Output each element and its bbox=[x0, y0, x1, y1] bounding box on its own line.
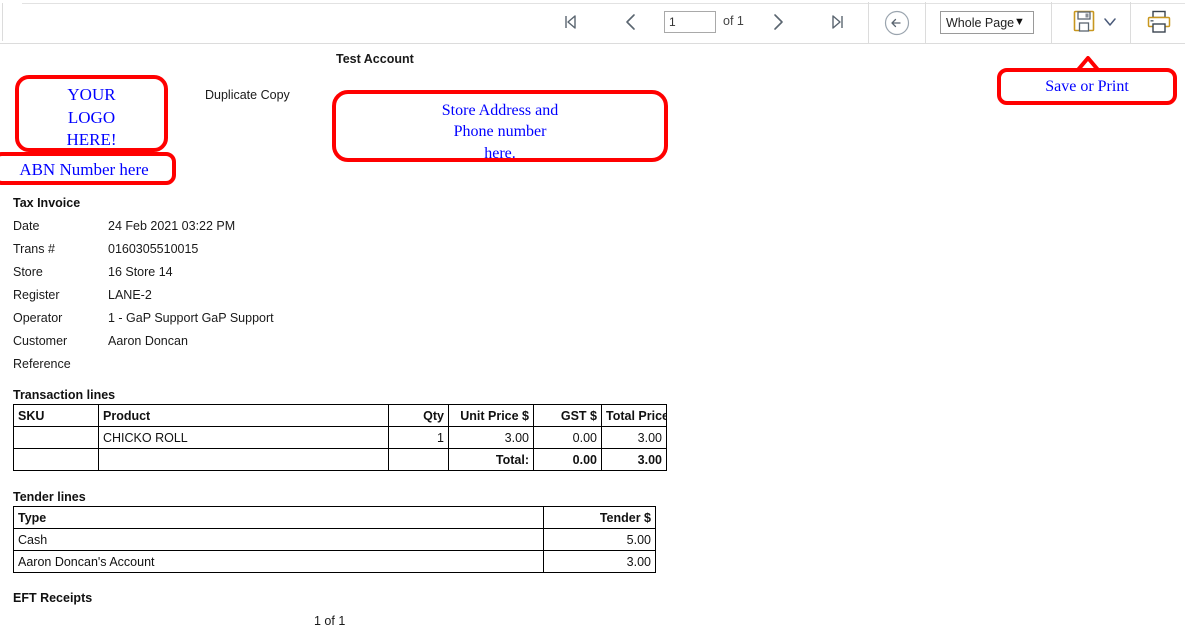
detail-value-customer: Aaron Doncan bbox=[108, 334, 188, 348]
address-callout-line-1: Store Address and bbox=[441, 102, 559, 119]
tender-lines-table: Type Tender $ Cash 5.00 Aaron Doncan's A… bbox=[13, 506, 656, 573]
logo-callout-line-3: HERE! bbox=[66, 130, 117, 150]
col-total-price: Total Price $ bbox=[601, 404, 667, 427]
logo-callout-line-2: LOGO bbox=[67, 107, 116, 127]
detail-value-date: 24 Feb 2021 03:22 PM bbox=[108, 219, 236, 233]
logo-placeholder-callout: YOUR LOGO HERE! bbox=[15, 75, 168, 152]
first-page-button[interactable] bbox=[554, 6, 586, 38]
save-or-print-callout-pointer bbox=[1075, 56, 1101, 73]
eft-receipts-heading: EFT Receipts bbox=[13, 591, 93, 605]
toolbar-divider-3 bbox=[1051, 2, 1052, 43]
save-or-print-callout: Save or Print bbox=[997, 68, 1177, 105]
total-amount: 3.00 bbox=[601, 448, 667, 471]
page-number-input[interactable] bbox=[664, 11, 716, 33]
total-label: Total: bbox=[448, 448, 534, 471]
back-button[interactable] bbox=[883, 9, 911, 37]
cell-total-price: 3.00 bbox=[601, 426, 667, 449]
next-page-button[interactable] bbox=[762, 6, 794, 38]
last-page-button[interactable] bbox=[822, 6, 854, 38]
printer-icon bbox=[1146, 10, 1172, 39]
table-total-row: Total: 0.00 3.00 bbox=[13, 448, 667, 471]
next-page-icon bbox=[768, 12, 788, 32]
detail-value-trans: 0160305510015 bbox=[108, 242, 199, 256]
previous-page-icon bbox=[621, 12, 641, 32]
detail-label-date: Date bbox=[13, 219, 40, 233]
page-footer-count: 1 of 1 bbox=[314, 614, 346, 628]
store-address-placeholder-callout: Store Address and Phone number here. bbox=[332, 90, 668, 162]
detail-label-operator: Operator bbox=[13, 311, 63, 325]
table-row: CHICKO ROLL 1 3.00 0.00 3.00 bbox=[13, 426, 667, 449]
detail-value-store: 16 Store 14 bbox=[108, 265, 173, 279]
transaction-lines-table: SKU Product Qty Unit Price $ GST $ Total… bbox=[13, 404, 667, 471]
floppy-disk-save-icon bbox=[1072, 10, 1096, 37]
abn-placeholder-callout: ABN Number here bbox=[0, 152, 176, 185]
report-viewer-toolbar: of 1 Whole Page ▼ bbox=[0, 0, 1185, 44]
address-callout-line-3: here. bbox=[484, 144, 516, 162]
cell-sku bbox=[13, 426, 99, 449]
total-spacer-1 bbox=[13, 448, 99, 471]
detail-value-operator: 1 - GaP Support GaP Support bbox=[108, 311, 274, 325]
page-count-label: of 1 bbox=[723, 14, 744, 28]
account-title: Test Account bbox=[336, 52, 414, 66]
detail-label-trans: Trans # bbox=[13, 242, 55, 256]
detail-value-register: LANE-2 bbox=[108, 288, 152, 302]
col-gst: GST $ bbox=[533, 404, 602, 427]
col-qty: Qty bbox=[388, 404, 449, 427]
chevron-down-icon bbox=[1102, 16, 1118, 33]
tender-lines-heading: Tender lines bbox=[13, 490, 86, 504]
report-document-page: Test Account Duplicate Copy YOUR LOGO HE… bbox=[0, 44, 1185, 642]
toolbar-divider-1 bbox=[868, 2, 869, 43]
detail-label-register: Register bbox=[13, 288, 60, 302]
table-header-row: SKU Product Qty Unit Price $ GST $ Total… bbox=[13, 404, 667, 427]
cell-tender-type: Cash bbox=[13, 528, 544, 551]
cell-tender-amount: 3.00 bbox=[543, 550, 656, 573]
col-tender: Tender $ bbox=[543, 506, 656, 529]
first-page-icon bbox=[560, 12, 580, 32]
zoom-level-select[interactable]: Whole Page bbox=[940, 11, 1034, 34]
toolbar-divider-2 bbox=[925, 2, 926, 43]
transaction-lines-heading: Transaction lines bbox=[13, 388, 116, 402]
cell-gst: 0.00 bbox=[533, 426, 602, 449]
back-circle-arrow-icon bbox=[883, 10, 911, 41]
col-type: Type bbox=[13, 506, 544, 529]
save-dropdown-button[interactable] bbox=[1102, 15, 1118, 29]
cell-unit-price: 3.00 bbox=[448, 426, 534, 449]
cell-tender-type: Aaron Doncan's Account bbox=[13, 550, 544, 573]
toolbar-divider-4 bbox=[1130, 2, 1131, 43]
cell-qty: 1 bbox=[388, 426, 449, 449]
detail-label-customer: Customer bbox=[13, 334, 68, 348]
save-button[interactable] bbox=[1072, 9, 1096, 35]
previous-page-button[interactable] bbox=[615, 6, 647, 38]
cell-product: CHICKO ROLL bbox=[98, 426, 389, 449]
col-unit-price: Unit Price $ bbox=[448, 404, 534, 427]
address-callout-line-2: Phone number bbox=[453, 123, 547, 141]
col-product: Product bbox=[98, 404, 389, 427]
total-spacer-3 bbox=[388, 448, 449, 471]
total-gst: 0.00 bbox=[533, 448, 602, 471]
table-row: Cash 5.00 bbox=[13, 528, 656, 551]
toolbar-top-divider bbox=[22, 3, 1185, 4]
toolbar-left-edge bbox=[2, 3, 3, 41]
last-page-icon bbox=[828, 12, 848, 32]
logo-callout-line-1: YOUR bbox=[67, 85, 116, 104]
print-button[interactable] bbox=[1146, 9, 1172, 35]
detail-label-reference: Reference bbox=[13, 357, 71, 371]
table-row: Aaron Doncan's Account 3.00 bbox=[13, 550, 656, 573]
invoice-heading: Tax Invoice bbox=[13, 196, 81, 210]
total-spacer-2 bbox=[98, 448, 389, 471]
duplicate-copy-label: Duplicate Copy bbox=[205, 88, 290, 102]
detail-label-store: Store bbox=[13, 265, 43, 279]
cell-tender-amount: 5.00 bbox=[543, 528, 656, 551]
col-sku: SKU bbox=[13, 404, 99, 427]
table-header-row: Type Tender $ bbox=[13, 506, 656, 529]
